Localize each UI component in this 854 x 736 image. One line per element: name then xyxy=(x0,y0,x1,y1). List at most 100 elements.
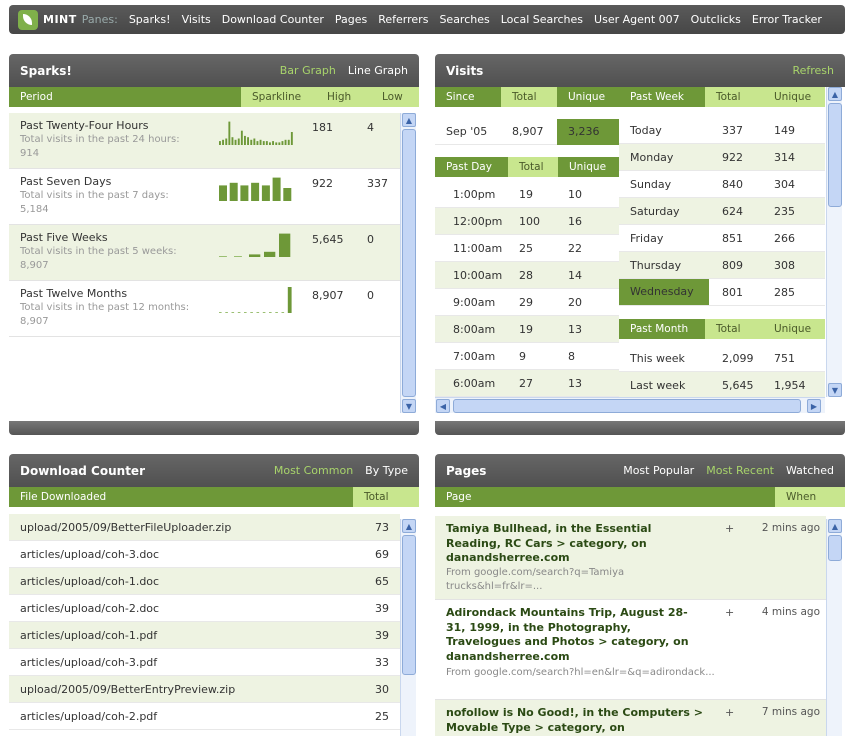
nav-link-sparks[interactable]: Sparks! xyxy=(129,13,171,26)
table-row: Wednesday 801 285 xyxy=(619,279,825,306)
scroll-down-arrow-icon[interactable]: ▼ xyxy=(828,383,842,397)
col-week-total[interactable]: Total xyxy=(705,87,763,107)
table-row[interactable]: articles/upload/coh-2.doc 39 xyxy=(9,595,400,622)
cell: 1,954 xyxy=(774,378,806,392)
table-row[interactable]: articles/upload/coh-2.pdf 25 xyxy=(9,703,400,730)
cell: 8 xyxy=(568,349,575,363)
expand-plus-icon[interactable]: + xyxy=(725,606,734,619)
referrer-text[interactable]: From google.com/search?q=Tamiya trucks&h… xyxy=(446,566,716,594)
scroll-right-arrow-icon[interactable]: ▶ xyxy=(807,399,821,413)
col-sparkline[interactable]: Sparkline xyxy=(241,87,316,107)
file-name: upload/2005/09/BetterEntryPreview.zip xyxy=(20,682,236,696)
col-since-unique[interactable]: Unique xyxy=(557,87,619,107)
spark-bar xyxy=(262,141,265,145)
list-item: nofollow is No Good!, in the Computers >… xyxy=(435,700,826,736)
refresh-link[interactable]: Refresh xyxy=(792,64,834,77)
scroll-down-arrow-icon[interactable]: ▼ xyxy=(402,399,416,413)
tab-bar-graph[interactable]: Bar Graph xyxy=(280,64,336,77)
table-row[interactable]: upload/2005/09/BetterEntryPreview.zip 30 xyxy=(9,676,400,703)
col-period[interactable]: Period xyxy=(9,87,241,107)
table-row[interactable]: articles/upload/coh-3.pdf 33 xyxy=(9,649,400,676)
expand-plus-icon[interactable]: + xyxy=(725,522,734,535)
scroll-up-arrow-icon[interactable]: ▲ xyxy=(402,519,416,533)
spark-baseline-dot xyxy=(225,312,228,313)
sparks-scrollbar[interactable]: ▲ ▼ xyxy=(400,113,416,413)
table-row[interactable]: articles/upload/coh-1.pdf 39 xyxy=(9,622,400,649)
spark-bar xyxy=(290,132,293,145)
col-day-total[interactable]: Total xyxy=(508,157,558,177)
low-value: 0 xyxy=(367,233,374,246)
period-desc: Total visits in the past 5 weeks: 8,907 xyxy=(20,246,177,271)
col-when[interactable]: When xyxy=(775,487,845,507)
spark-bar xyxy=(229,182,238,201)
visits-hscrollbar[interactable]: ◀ ▶ xyxy=(435,397,825,413)
col-past-day[interactable]: Past Day xyxy=(435,157,508,177)
scroll-thumb[interactable] xyxy=(402,535,416,675)
scroll-up-arrow-icon[interactable]: ▲ xyxy=(828,87,842,101)
visits-footer xyxy=(435,421,845,435)
spark-baseline-dot xyxy=(219,256,227,257)
visits-vscrollbar[interactable]: ▲ ▼ xyxy=(826,87,842,397)
col-past-month[interactable]: Past Month xyxy=(619,319,705,339)
spark-bar xyxy=(272,177,281,201)
download-body: upload/2005/09/BetterFileUploader.zip 73 a… xyxy=(9,514,419,736)
col-high[interactable]: High xyxy=(316,87,371,107)
referrer-text[interactable]: From google.com/search?hl=en&lr=&q=adiro… xyxy=(446,666,716,680)
spark-bar xyxy=(259,139,262,145)
col-total[interactable]: Total xyxy=(353,487,419,507)
sparkline xyxy=(219,287,292,313)
col-file-downloaded[interactable]: File Downloaded xyxy=(9,487,353,507)
scroll-up-arrow-icon[interactable]: ▲ xyxy=(828,519,842,533)
mint-logo[interactable]: MINT xyxy=(18,9,77,30)
col-low[interactable]: Low xyxy=(371,87,419,107)
col-month-total[interactable]: Total xyxy=(705,319,763,339)
download-scrollbar[interactable]: ▲ xyxy=(400,519,416,736)
nav-link-error-tracker[interactable]: Error Tracker xyxy=(752,13,822,26)
period-label: Past Seven Days xyxy=(20,175,112,188)
scroll-thumb[interactable] xyxy=(828,103,842,207)
col-day-unique[interactable]: Unique xyxy=(558,157,619,177)
col-month-unique[interactable]: Unique xyxy=(763,319,825,339)
nav-link-local-searches[interactable]: Local Searches xyxy=(501,13,583,26)
page-title-link[interactable]: Tamiya Bullhead, in the Essential Readin… xyxy=(446,522,706,566)
tab-most-popular[interactable]: Most Popular xyxy=(623,464,694,477)
tab-most-recent[interactable]: Most Recent xyxy=(706,464,774,477)
table-row[interactable]: articles/upload/coh-3.doc 69 xyxy=(9,541,400,568)
col-since[interactable]: Since xyxy=(435,87,501,107)
page-title-link[interactable]: nofollow is No Good!, in the Computers >… xyxy=(446,706,706,735)
nav-link-user-agent[interactable]: User Agent 007 xyxy=(594,13,680,26)
spark-bar xyxy=(278,142,281,145)
pages-scrollbar[interactable]: ▲ xyxy=(826,519,842,736)
scroll-up-arrow-icon[interactable]: ▲ xyxy=(402,113,416,127)
nav-link-pages[interactable]: Pages xyxy=(335,13,367,26)
cell: 14 xyxy=(568,268,582,282)
scroll-thumb[interactable] xyxy=(402,129,416,397)
scroll-thumb[interactable] xyxy=(828,535,842,561)
high-value: 8,907 xyxy=(312,289,344,302)
nav-link-outclicks[interactable]: Outclicks xyxy=(691,13,741,26)
col-page[interactable]: Page xyxy=(435,487,775,507)
table-row: 11:00am 25 22 xyxy=(435,235,619,262)
page-title-link[interactable]: Adirondack Mountains Trip, August 28-31,… xyxy=(446,606,706,664)
col-week-unique[interactable]: Unique xyxy=(763,87,825,107)
nav-link-visits[interactable]: Visits xyxy=(182,13,211,26)
table-row[interactable]: upload/2005/09/BetterFileUploader.zip 73 xyxy=(9,514,400,541)
tab-by-type[interactable]: By Type xyxy=(365,464,408,477)
cell: 922 xyxy=(722,150,743,164)
nav-link-download-counter[interactable]: Download Counter xyxy=(222,13,324,26)
scroll-left-arrow-icon[interactable]: ◀ xyxy=(436,399,450,413)
scroll-thumb[interactable] xyxy=(453,399,801,413)
table-row[interactable]: articles/upload/coh-1.doc 65 xyxy=(9,568,400,595)
leaf-icon xyxy=(18,9,38,30)
expand-plus-icon[interactable]: + xyxy=(725,706,734,719)
period-desc: Total visits in the past 7 days: 5,184 xyxy=(20,190,169,215)
col-past-week[interactable]: Past Week xyxy=(619,87,705,107)
tab-watched[interactable]: Watched xyxy=(786,464,834,477)
col-since-total[interactable]: Total xyxy=(501,87,557,107)
nav-link-searches[interactable]: Searches xyxy=(439,13,489,26)
nav-link-referrers[interactable]: Referrers xyxy=(378,13,428,26)
cell: 304 xyxy=(774,177,795,191)
spark-bar xyxy=(250,139,253,145)
tab-line-graph[interactable]: Line Graph xyxy=(348,64,408,77)
tab-most-common[interactable]: Most Common xyxy=(274,464,353,477)
